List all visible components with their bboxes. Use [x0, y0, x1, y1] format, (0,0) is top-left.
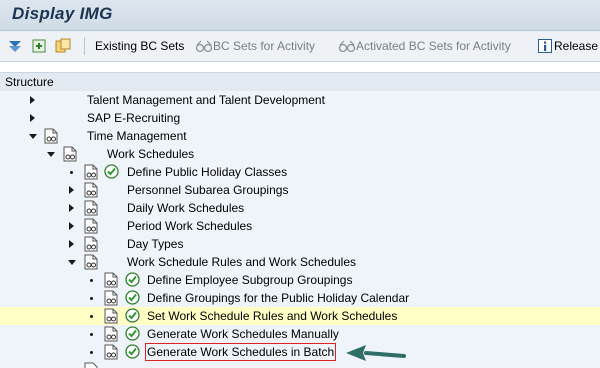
tree-node-label: Define Public Holiday Classes	[127, 165, 288, 179]
pointer-arrow-icon	[346, 345, 406, 361]
expand-arrow-icon[interactable]	[69, 222, 74, 230]
bc-set-glasses-icon[interactable]	[195, 39, 213, 55]
tree-node-set-work-schedule-rules[interactable]: Set Work Schedule Rules and Work Schedul…	[0, 307, 600, 325]
expand-arrow-icon[interactable]	[30, 114, 35, 122]
expand-arrow-icon[interactable]	[69, 204, 74, 212]
execute-activity-icon[interactable]	[125, 344, 140, 359]
documentation-icon[interactable]	[104, 272, 118, 288]
execute-activity-icon[interactable]	[125, 308, 140, 323]
leaf-bullet	[90, 351, 93, 354]
tree-node-daily-work-schedules[interactable]: Daily Work Schedules	[0, 199, 600, 217]
window-title: Display IMG	[12, 4, 113, 23]
tree-node-label: Time Management	[87, 129, 187, 143]
img-structure-tree: Talent Management and Talent Development…	[0, 91, 600, 368]
documentation-icon[interactable]	[84, 164, 98, 180]
documentation-icon[interactable]	[84, 236, 98, 252]
documentation-icon[interactable]	[104, 308, 118, 324]
tree-node-label: Work Schedules	[107, 147, 195, 161]
documentation-icon[interactable]	[84, 200, 98, 216]
tree-node-label: Period Work Schedules	[127, 219, 253, 233]
tree-node-define-employee-subgroup-groupings[interactable]: Define Employee Subgroup Groupings	[0, 271, 600, 289]
tree-node-label: Daily Work Schedules	[127, 201, 245, 215]
expand-all-icon[interactable]	[7, 38, 23, 54]
tree-node-sap-e-recruiting[interactable]: SAP E-Recruiting	[0, 109, 600, 127]
toolbar-separator	[84, 37, 85, 55]
tree-node-work-schedules[interactable]: Work Schedules	[0, 145, 600, 163]
activated-bc-sets-for-activity-button[interactable]: Activated BC Sets for Activity	[356, 39, 511, 53]
collapse-arrow-icon[interactable]	[29, 134, 37, 139]
tree-node-time-management[interactable]: Time Management	[0, 127, 600, 145]
leaf-bullet	[90, 297, 93, 300]
execute-activity-icon[interactable]	[125, 326, 140, 341]
documentation-icon[interactable]	[63, 146, 77, 162]
tree-node-generate-work-schedules-in-batch[interactable]: Generate Work Schedules in Batch	[0, 343, 600, 361]
leaf-bullet	[90, 333, 93, 336]
application-toolbar: Existing BC Sets BC Sets for Activity Ac…	[0, 31, 600, 62]
tree-node-talent-management[interactable]: Talent Management and Talent Development	[0, 91, 600, 109]
existing-bc-sets-button[interactable]: Existing BC Sets	[95, 39, 184, 53]
structure-header: Structure	[0, 72, 600, 92]
tree-node-label: Work Schedule Rules and Work Schedules	[127, 255, 357, 269]
documentation-icon[interactable]	[44, 128, 58, 144]
release-notes-button[interactable]: Release	[554, 39, 598, 53]
info-icon[interactable]	[538, 39, 552, 53]
documentation-icon[interactable]	[84, 182, 98, 198]
tree-node-label: Personnel Subarea Groupings	[127, 183, 289, 197]
documentation-icon	[84, 362, 98, 368]
tree-node-day-types[interactable]: Day Types	[0, 235, 600, 253]
tree-node-label: Talent Management and Talent Development	[87, 93, 325, 107]
tree-node-label: Generate Work Schedules in Batch	[144, 343, 337, 361]
documentation-icon[interactable]	[84, 218, 98, 234]
tree-node-personnel-subarea-groupings[interactable]: Personnel Subarea Groupings	[0, 181, 600, 199]
tree-node-label: Define Employee Subgroup Groupings	[147, 273, 353, 287]
collapse-arrow-icon[interactable]	[47, 152, 55, 157]
tree-node-work-schedule-rules[interactable]: Work Schedule Rules and Work Schedules	[0, 253, 600, 271]
tree-node-define-public-holiday-classes[interactable]: Define Public Holiday Classes	[0, 163, 600, 181]
collapse-arrow-icon[interactable]	[68, 260, 76, 265]
expand-arrow-icon[interactable]	[30, 96, 35, 104]
tree-node-label: Generate Work Schedules Manually	[147, 327, 339, 341]
leaf-bullet	[90, 279, 93, 282]
bc-sets-for-activity-button[interactable]: BC Sets for Activity	[213, 39, 315, 53]
documentation-icon[interactable]	[104, 290, 118, 306]
collapse-icon[interactable]	[31, 38, 47, 54]
leaf-bullet	[70, 171, 73, 174]
tree-node-partial	[0, 361, 600, 368]
tree-node-generate-work-schedules-manually[interactable]: Generate Work Schedules Manually	[0, 325, 600, 343]
documentation-icon[interactable]	[104, 344, 118, 360]
execute-activity-icon[interactable]	[125, 272, 140, 287]
expand-arrow-icon[interactable]	[69, 186, 74, 194]
tree-node-label: SAP E-Recruiting	[87, 111, 181, 125]
execute-activity-icon[interactable]	[125, 290, 140, 305]
title-bar: Display IMG	[0, 0, 600, 31]
where-used-icon[interactable]	[55, 38, 71, 54]
tree-node-label: Day Types	[127, 237, 184, 251]
tree-node-period-work-schedules[interactable]: Period Work Schedules	[0, 217, 600, 235]
tree-node-label: Define Groupings for the Public Holiday …	[147, 291, 410, 305]
tree-node-label: Set Work Schedule Rules and Work Schedul…	[147, 309, 398, 323]
expand-arrow-icon[interactable]	[69, 240, 74, 248]
structure-header-label: Structure	[5, 75, 54, 89]
leaf-bullet	[90, 315, 93, 318]
execute-activity-icon[interactable]	[104, 164, 119, 179]
activated-bc-set-icon[interactable]	[338, 39, 356, 55]
tree-node-define-groupings-public-holiday-calendar[interactable]: Define Groupings for the Public Holiday …	[0, 289, 600, 307]
documentation-icon[interactable]	[84, 254, 98, 270]
documentation-icon[interactable]	[104, 326, 118, 342]
